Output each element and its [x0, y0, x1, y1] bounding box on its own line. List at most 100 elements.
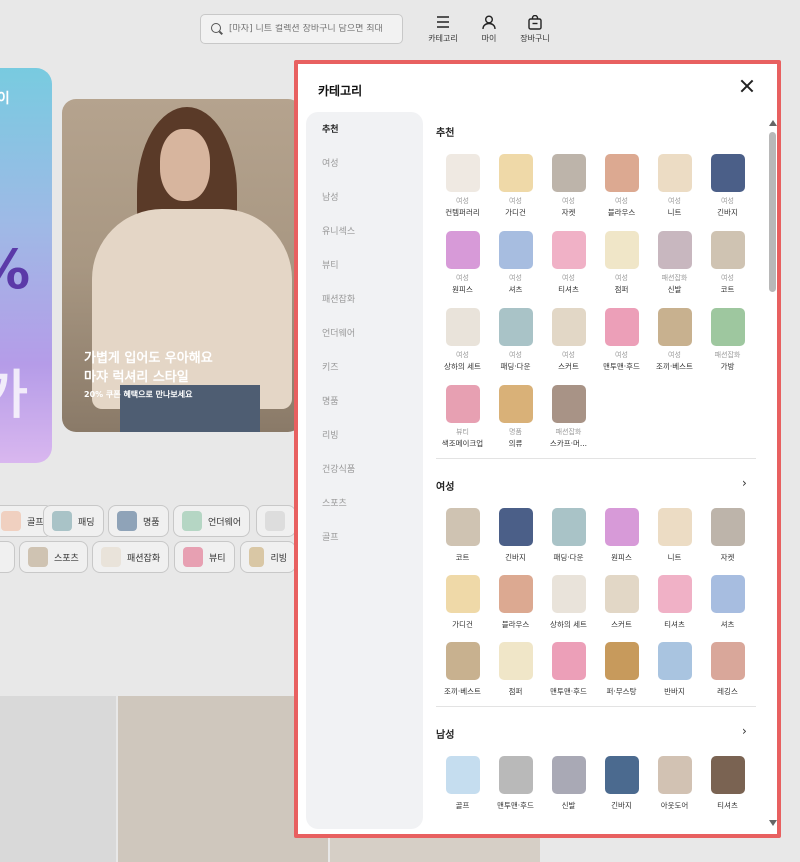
product-photo[interactable]: [0, 696, 116, 862]
category-item[interactable]: 상하의 세트: [542, 575, 595, 630]
cart-nav-button[interactable]: 장바구니: [515, 14, 555, 44]
category-item[interactable]: 티셔츠: [648, 575, 701, 630]
category-item[interactable]: 명품 의류: [489, 385, 542, 449]
category-item[interactable]: 여성 컨템퍼러리: [436, 154, 489, 218]
category-item[interactable]: 원피스: [595, 508, 648, 563]
sidebar-item[interactable]: 패션잡화: [322, 292, 355, 305]
item-thumbnail: [710, 756, 745, 794]
category-item[interactable]: 패션잡화 스카프·머...: [542, 385, 595, 449]
chip-partial[interactable]: [256, 505, 296, 537]
category-item[interactable]: 골프: [436, 756, 489, 811]
banner-subtext: 20% 쿠폰 혜택으로 만나보세요: [84, 390, 193, 399]
category-item[interactable]: 뷰티 색조메이크업: [436, 385, 489, 449]
chip-luxury[interactable]: 명품: [108, 505, 169, 537]
category-item[interactable]: 여성 셔츠: [489, 231, 542, 295]
item-thumbnail: [498, 231, 533, 269]
category-item[interactable]: 여성 코트: [701, 231, 754, 295]
sidebar-item[interactable]: 추천: [322, 122, 339, 135]
category-panel: 카테고리 추천 여성 남성 유니섹스 뷰티 패션잡화 언더웨어 키즈 명품 리빙 건강식품 스포츠 골프…: [294, 60, 781, 838]
close-icon[interactable]: [738, 78, 756, 96]
item-subcategory: 여성: [668, 197, 681, 205]
category-item[interactable]: 여성 패딩·다운: [489, 308, 542, 372]
item-thumbnail: [551, 642, 586, 680]
category-item[interactable]: 여성 원피스: [436, 231, 489, 295]
category-item[interactable]: 패딩·다운: [542, 508, 595, 563]
category-item[interactable]: 아웃도어: [648, 756, 701, 811]
category-item[interactable]: 패션잡화 가방: [701, 308, 754, 372]
chevron-right-icon[interactable]: ›: [742, 476, 747, 490]
category-item[interactable]: 반바지: [648, 642, 701, 697]
sidebar-item[interactable]: 언더웨어: [322, 326, 355, 339]
category-item[interactable]: 여성 상하의 세트: [436, 308, 489, 372]
category-item[interactable]: 셔츠: [701, 575, 754, 630]
category-item[interactable]: 긴바지: [489, 508, 542, 563]
category-item[interactable]: 여성 스커트: [542, 308, 595, 372]
category-content: 추천 여성 컨템퍼러리 여성 가디건 여성 자켓 여성 블라우스 여성 니트 여성 긴바지 여성 원피스 여성…: [426, 112, 756, 832]
category-item[interactable]: 퍼·무스탕: [595, 642, 648, 697]
category-item[interactable]: 가디건: [436, 575, 489, 630]
category-item[interactable]: 자켓: [701, 508, 754, 563]
item-label: 니트: [667, 553, 682, 562]
item-subcategory: 여성: [668, 351, 681, 359]
scrollbar[interactable]: [769, 120, 777, 826]
chip-underwear[interactable]: 언더웨어: [173, 505, 251, 537]
category-item[interactable]: 맨투맨·후드: [542, 642, 595, 697]
scroll-up-arrow-icon[interactable]: [769, 120, 777, 126]
sidebar-item[interactable]: 건강식품: [322, 462, 355, 475]
chip-partial-left[interactable]: [0, 541, 15, 573]
chip-fashion-goods[interactable]: 패션잡화: [92, 541, 170, 573]
item-label: 니트: [667, 208, 682, 217]
item-subcategory: 여성: [456, 274, 469, 282]
search-bar[interactable]: [200, 14, 403, 44]
item-subcategory: 여성: [562, 197, 575, 205]
sidebar-item[interactable]: 리빙: [322, 428, 339, 441]
scrollbar-thumb[interactable]: [769, 132, 776, 292]
chip-living[interactable]: 리빙: [240, 541, 296, 573]
category-item[interactable]: 여성 티셔츠: [542, 231, 595, 295]
item-label: 점퍼: [508, 687, 523, 696]
category-item[interactable]: 여성 조끼·베스트: [648, 308, 701, 372]
category-item[interactable]: 여성 가디건: [489, 154, 542, 218]
sidebar-item[interactable]: 유니섹스: [322, 224, 355, 237]
category-item[interactable]: 티셔츠: [701, 756, 754, 811]
category-item[interactable]: 레깅스: [701, 642, 754, 697]
category-item[interactable]: 신발: [542, 756, 595, 811]
my-nav-button[interactable]: 마이: [469, 14, 509, 44]
category-item[interactable]: 여성 자켓: [542, 154, 595, 218]
sidebar-item[interactable]: 여성: [322, 156, 339, 169]
category-item[interactable]: 코트: [436, 508, 489, 563]
category-item[interactable]: 패션잡화 신발: [648, 231, 701, 295]
category-item[interactable]: 스커트: [595, 575, 648, 630]
category-item[interactable]: 여성니트: [648, 154, 701, 218]
promo-banner-main[interactable]: 가볍게 입어도 우아해요 마쟈 럭셔리 스타일 20% 쿠폰 혜택으로 만나보세…: [62, 99, 302, 432]
chip-beauty[interactable]: 뷰티: [174, 541, 235, 573]
category-item[interactable]: 여성 맨투맨·후드: [595, 308, 648, 372]
category-item[interactable]: 여성 긴바지: [701, 154, 754, 218]
category-nav-button[interactable]: 카테고리: [423, 14, 463, 44]
category-item[interactable]: 여성 점퍼: [595, 231, 648, 295]
search-input[interactable]: [229, 24, 399, 34]
category-item[interactable]: 점퍼: [489, 642, 542, 697]
category-nav-label: 카테고리: [428, 34, 458, 43]
bag-icon: [515, 14, 555, 30]
sidebar-item[interactable]: 키즈: [322, 360, 339, 373]
sidebar-item[interactable]: 명품: [322, 394, 339, 407]
category-item[interactable]: 조끼·베스트: [436, 642, 489, 697]
chip-padding[interactable]: 패딩: [43, 505, 104, 537]
category-item[interactable]: 여성 블라우스: [595, 154, 648, 218]
item-thumbnail: [445, 231, 480, 269]
item-subcategory: 여성: [509, 351, 522, 359]
sidebar-item[interactable]: 남성: [322, 190, 339, 203]
scroll-down-arrow-icon[interactable]: [769, 820, 777, 826]
item-thumbnail: [498, 575, 533, 613]
sidebar-item[interactable]: 골프: [322, 530, 339, 543]
chevron-right-icon[interactable]: ›: [742, 724, 747, 738]
category-item[interactable]: 니트: [648, 508, 701, 563]
category-item[interactable]: 맨투맨·후드: [489, 756, 542, 811]
promo-banner-left[interactable]: 데이 % 가: [0, 68, 52, 463]
chip-sports[interactable]: 스포츠: [19, 541, 88, 573]
sidebar-item[interactable]: 뷰티: [322, 258, 339, 271]
category-item[interactable]: 블라우스: [489, 575, 542, 630]
sidebar-item[interactable]: 스포츠: [322, 496, 347, 509]
category-item[interactable]: 긴바지: [595, 756, 648, 811]
